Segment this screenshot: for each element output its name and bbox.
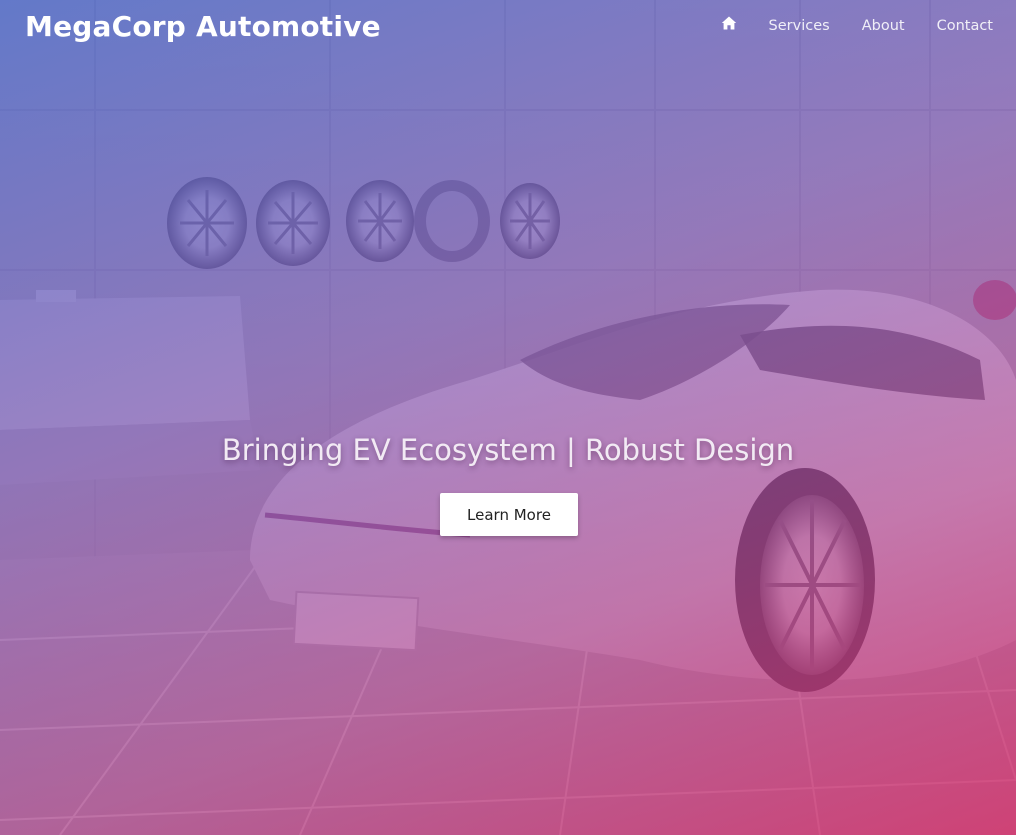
nav-contact[interactable]: Contact [937,18,993,34]
brand-logo-text[interactable]: MegaCorp Automotive [25,10,381,43]
nav-about[interactable]: About [862,18,905,34]
hero-section: MegaCorp Automotive Services About Conta… [0,0,1016,835]
nav-services[interactable]: Services [769,18,830,34]
learn-more-button[interactable]: Learn More [440,493,578,536]
home-icon [721,16,736,30]
navbar: MegaCorp Automotive Services About Conta… [0,0,1016,56]
nav-links: Services About Contact [721,16,993,34]
nav-home[interactable] [721,16,737,34]
gradient-overlay [0,0,1016,835]
hero-headline: Bringing EV Ecosystem | Robust Design [221,433,795,468]
